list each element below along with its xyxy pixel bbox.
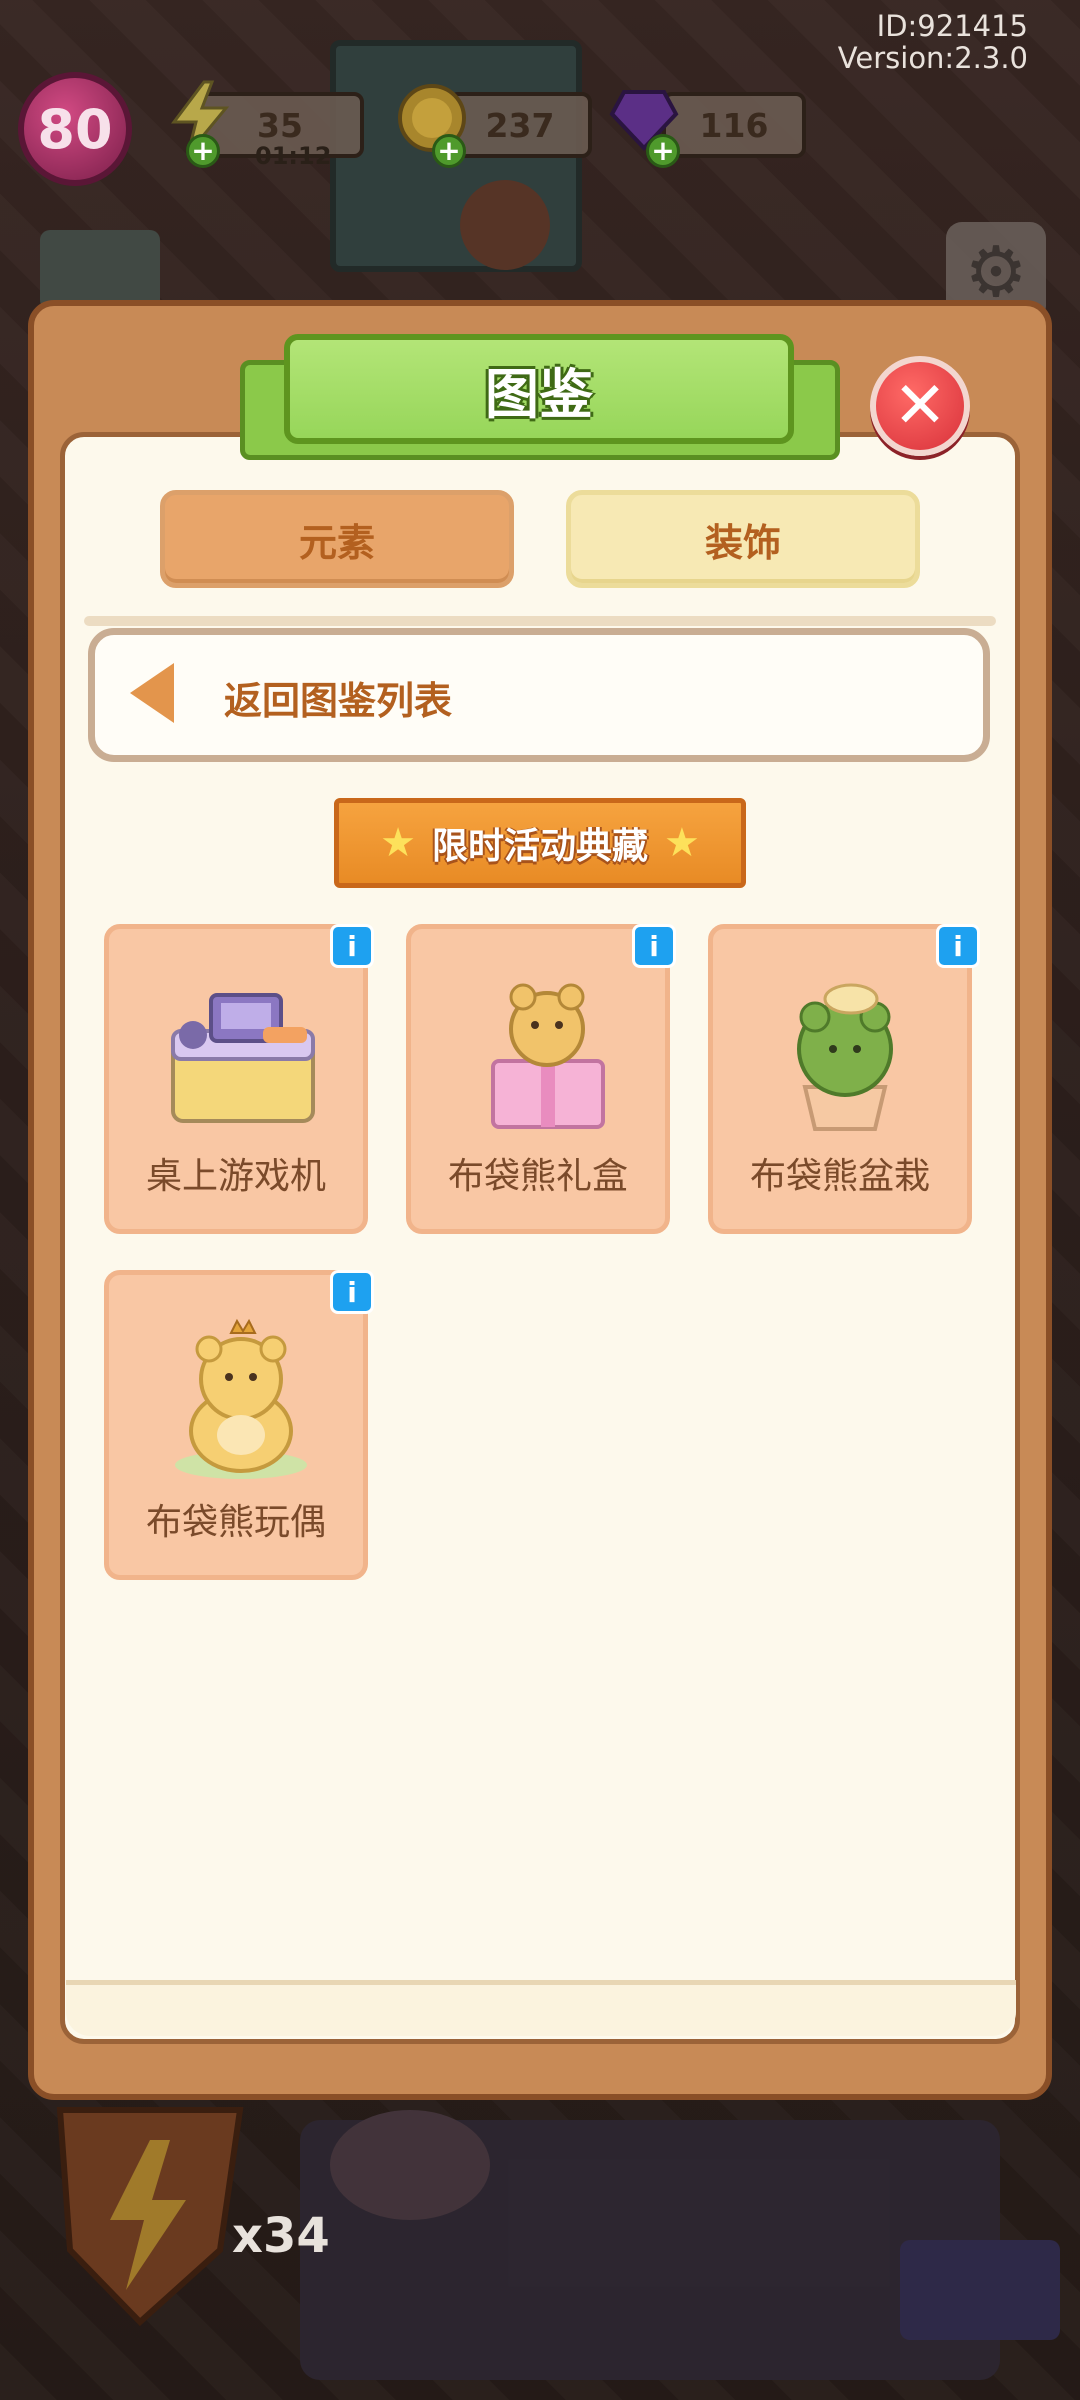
collection-card[interactable]: 桌上游戏机 — [104, 924, 368, 1234]
close-button[interactable]: ✕ — [870, 356, 970, 456]
close-icon: ✕ — [893, 369, 947, 443]
card-label: 布袋熊盆栽 — [749, 1156, 930, 1197]
energy-timer: 01:12 — [255, 142, 332, 170]
level-badge[interactable]: 80 — [18, 72, 132, 186]
info-icon[interactable]: i — [632, 924, 676, 968]
player-id-text: ID:921415 — [876, 9, 1028, 43]
build-info: ID:921415 Version:2.3.0 — [838, 10, 1028, 74]
tab-elements[interactable]: 元素 — [160, 490, 514, 588]
collection-card[interactable]: 布袋熊玩偶 — [104, 1270, 368, 1580]
star-icon: ★ — [380, 820, 416, 866]
energy-value: 35 — [257, 105, 303, 145]
multiplier-label: x34 — [232, 2208, 330, 2264]
bear-plush-toy-icon — [175, 1318, 307, 1479]
game-console-desk-icon — [171, 993, 315, 1123]
gem-value: 116 — [699, 105, 769, 145]
tab-divider — [84, 616, 996, 626]
info-icon[interactable]: i — [936, 924, 980, 968]
bear-gift-box-icon — [491, 983, 605, 1129]
star-icon: ★ — [664, 820, 700, 866]
section-title: 限时活动典藏 — [431, 826, 648, 867]
card-label: 布袋熊玩偶 — [145, 1502, 326, 1543]
section-banner: ★ 限时活动典藏 ★ — [334, 798, 746, 888]
info-icon[interactable]: i — [330, 924, 374, 968]
version-text: Version:2.3.0 — [837, 41, 1028, 75]
bear-potted-plant-icon — [797, 983, 893, 1131]
add-coin-button[interactable]: + — [432, 134, 466, 168]
back-arrow-icon — [130, 663, 174, 723]
scroll-bottom-curl — [66, 1980, 1016, 2036]
modal-title: 图鉴 — [284, 334, 794, 444]
card-label: 桌上游戏机 — [145, 1156, 326, 1197]
info-icon[interactable]: i — [330, 1270, 374, 1314]
energy-shield-icon[interactable] — [40, 2100, 250, 2330]
coin-value: 237 — [485, 105, 555, 145]
collection-card[interactable]: 布袋熊礼盒 — [406, 924, 670, 1234]
add-gem-button[interactable]: + — [646, 134, 680, 168]
card-label: 布袋熊礼盒 — [447, 1156, 628, 1197]
tab-decorations[interactable]: 装饰 — [566, 490, 920, 588]
collection-card[interactable]: 布袋熊盆栽 — [708, 924, 972, 1234]
add-energy-button[interactable]: + — [186, 134, 220, 168]
back-to-list-label: 返回图鉴列表 — [224, 679, 453, 723]
